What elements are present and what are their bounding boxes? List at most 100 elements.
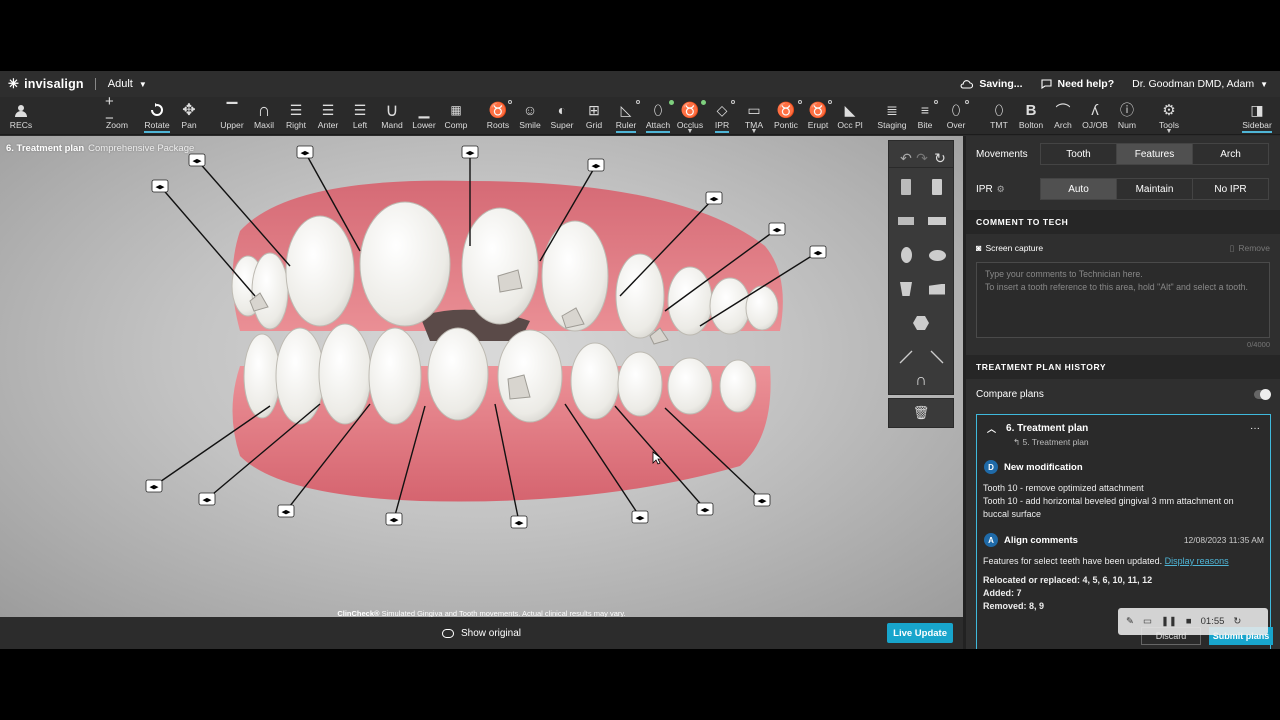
roots-label: Roots xyxy=(486,120,510,130)
pontic-button[interactable]: ♉ Pontic xyxy=(772,97,802,135)
ipr-marker-icon[interactable]: ◂▸ xyxy=(198,492,216,506)
movements-arch-tab[interactable]: Arch xyxy=(1193,144,1268,164)
attachment-vertical-rect-button[interactable] xyxy=(890,171,922,203)
chevron-up-icon[interactable]: ︿ xyxy=(987,422,996,435)
eruption-icon: ♉ xyxy=(808,102,828,119)
over-label: Over xyxy=(946,120,966,130)
pan-button[interactable]: ✥ Pan xyxy=(177,97,201,135)
attach-button[interactable]: ⬯ Attach xyxy=(644,97,674,135)
show-original-button[interactable]: Show original xyxy=(441,628,521,639)
display-reasons-link[interactable]: Display reasons xyxy=(1165,556,1229,566)
tma-button[interactable]: ▭ TMA ▼ xyxy=(742,97,766,136)
ruler-icon: ◺ xyxy=(620,101,632,118)
grid-label: Grid xyxy=(585,120,603,130)
erupt-button[interactable]: ♉ Erupt xyxy=(806,97,832,135)
arch-button[interactable]: ⌒ Arch xyxy=(1051,97,1075,135)
attachment-trapezoid-button[interactable] xyxy=(890,273,922,305)
restart-icon[interactable]: ↻ xyxy=(1233,616,1241,627)
pause-icon[interactable]: ❚❚ xyxy=(1161,616,1177,627)
ipr-marker-icon[interactable]: ◂▸ xyxy=(705,191,723,205)
attachment-horizontal-rect-button[interactable] xyxy=(890,205,922,237)
zoom-button[interactable]: +− Zoom xyxy=(104,93,130,135)
ipr-button[interactable]: ◇ IPR xyxy=(711,97,735,135)
ipr-marker-icon[interactable]: ◂▸ xyxy=(510,515,528,529)
attachment-horizontal-bevel-button[interactable] xyxy=(921,205,953,237)
gear-icon[interactable]: ⚙ xyxy=(997,184,1005,195)
left-label: Left xyxy=(352,120,368,130)
anterior-view-button[interactable]: ☰ Anter xyxy=(315,97,341,135)
stop-icon[interactable]: ■ xyxy=(1186,616,1192,627)
lower-view-button[interactable]: ▁ Lower xyxy=(411,97,437,135)
upper-view-button[interactable]: ▔ Upper xyxy=(219,97,245,135)
dental-model[interactable]: ◂▸ ◂▸ ◂▸ ◂▸ ◂▸ ◂▸ ◂▸ ◂▸ ◂▸ ◂▸ ◂▸ ◂▸ ◂▸ ◂▸ ◂▸ ◂▸ xyxy=(0,136,888,606)
ipr-marker-icon[interactable]: ◂▸ xyxy=(461,145,479,159)
numbering-button[interactable]: ⓘ Num xyxy=(1115,97,1139,135)
rotate-button[interactable]: Rotate xyxy=(143,97,171,135)
movements-features-tab[interactable]: Features xyxy=(1117,144,1193,164)
left-view-button[interactable]: ☰ Left xyxy=(347,97,373,135)
overlay-button[interactable]: ⬯ Over xyxy=(945,97,969,135)
right-view-button[interactable]: ☰ Right xyxy=(283,97,309,135)
help-link[interactable]: Need help? xyxy=(1040,78,1114,90)
ojob-button[interactable]: ʎ OJ/OB xyxy=(1081,97,1109,135)
ipr-marker-icon[interactable]: ◂▸ xyxy=(385,512,403,526)
arch-tool-button[interactable]: ∩ xyxy=(905,365,937,397)
ruler-button[interactable]: ◺ Ruler xyxy=(614,97,640,135)
ipr-marker-icon[interactable]: ◂▸ xyxy=(768,222,786,236)
ipr-marker-icon[interactable]: ◂▸ xyxy=(753,493,771,507)
staging-button[interactable]: ≣ Staging xyxy=(877,97,907,135)
mode-dropdown[interactable]: Adult ▼ xyxy=(108,78,147,90)
reset-button[interactable]: ↻ xyxy=(927,142,953,174)
attachment-ellipse-horizontal-button[interactable] xyxy=(921,239,953,271)
comp-view-button[interactable]: ▦ Comp xyxy=(442,97,470,135)
arch-label: Arch xyxy=(1054,120,1072,130)
roots-button[interactable]: ♉ Roots xyxy=(486,97,512,135)
attachment-tool-palette: ↶ ↷ ↻ ∩ xyxy=(888,140,954,395)
bolton-button[interactable]: B Bolton xyxy=(1018,97,1044,135)
recs-button[interactable]: RECs xyxy=(9,97,33,135)
window-icon[interactable]: ▭ xyxy=(1143,616,1152,627)
ipr-marker-icon[interactable]: ◂▸ xyxy=(296,145,314,159)
ipr-auto-tab[interactable]: Auto xyxy=(1041,179,1117,199)
mand-view-button[interactable]: ∪ Mand xyxy=(379,97,405,135)
sidebar-toggle-button[interactable]: ◨ Sidebar xyxy=(1241,97,1273,135)
ipr-marker-icon[interactable]: ◂▸ xyxy=(696,502,714,516)
ipr-marker-icon[interactable]: ◂▸ xyxy=(809,245,827,259)
movements-tooth-tab[interactable]: Tooth xyxy=(1041,144,1117,164)
ipr-marker-icon[interactable]: ◂▸ xyxy=(631,510,649,524)
attachment-ellipse-vertical-button[interactable] xyxy=(890,239,922,271)
grid-button[interactable]: ⊞ Grid xyxy=(582,97,606,135)
tmt-button[interactable]: ⬯ TMT xyxy=(987,97,1011,135)
pen-icon[interactable]: ✎ xyxy=(1126,616,1134,627)
attachment-wedge-button[interactable] xyxy=(921,273,953,305)
3d-viewport[interactable]: 6. Treatment planComprehensive Package xyxy=(0,136,963,617)
ipr-marker-icon[interactable]: ◂▸ xyxy=(151,179,169,193)
occlusion-button[interactable]: ♉ Occlus ▼ xyxy=(676,97,706,135)
more-options-icon[interactable]: ··· xyxy=(1250,423,1260,434)
invisalign-logo[interactable]: ✳ invisalign xyxy=(8,76,84,92)
screen-capture-button[interactable]: ◙ Screen capture xyxy=(976,243,1043,253)
attachment-hexagon-button[interactable] xyxy=(905,307,937,339)
delete-button[interactable]: 🗑 xyxy=(888,398,954,428)
superimpose-button[interactable]: ◐ Super xyxy=(550,97,574,135)
ipr-maintain-tab[interactable]: Maintain xyxy=(1117,179,1193,199)
ipr-marker-icon[interactable]: ◂▸ xyxy=(277,504,295,518)
remove-button[interactable]: ▯ Remove xyxy=(1230,243,1270,254)
maxil-view-button[interactable]: ∩ Maxil xyxy=(251,97,277,135)
attachment-vertical-bevel-button[interactable] xyxy=(921,171,953,203)
ipr-marker-icon[interactable]: ◂▸ xyxy=(145,479,163,493)
ipr-marker-icon[interactable]: ◂▸ xyxy=(188,153,206,167)
live-update-button[interactable]: Live Update xyxy=(887,623,953,643)
superimpose-icon: ◐ xyxy=(557,102,567,118)
ipr-marker-icon[interactable]: ◂▸ xyxy=(587,158,605,172)
bite-button[interactable]: ≡ Bite xyxy=(914,97,938,135)
movements-label: Movements xyxy=(976,148,1028,160)
ipr-none-tab[interactable]: No IPR xyxy=(1193,179,1268,199)
tools-button[interactable]: ⚙ Tools ▼ xyxy=(1155,97,1183,135)
occlusal-plane-button[interactable]: ◣ Occ Pl xyxy=(836,97,864,135)
compare-plans-toggle[interactable] xyxy=(1254,388,1271,400)
comment-textarea[interactable]: Type your comments to Technician here. T… xyxy=(976,262,1270,338)
user-menu[interactable]: Dr. Goodman DMD, Adam ▼ xyxy=(1132,78,1268,90)
smile-button[interactable]: ☺ Smile xyxy=(518,97,542,135)
added-teeth: Added: 7 xyxy=(983,588,1022,598)
